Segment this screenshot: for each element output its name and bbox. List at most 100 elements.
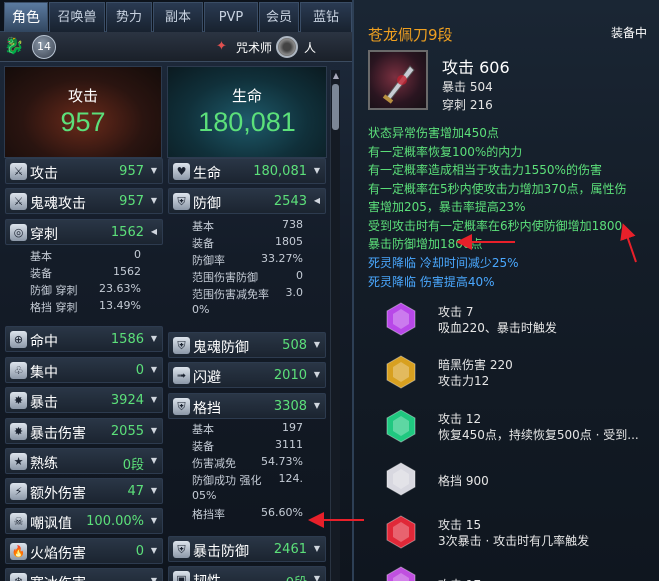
expand-arrow-icon[interactable]: ▼	[151, 365, 157, 374]
level-badge: 14	[32, 35, 56, 59]
stat-row[interactable]: ⚔ 攻击 957 ▼	[5, 158, 163, 184]
stat-row[interactable]: ♧ 集中 0 ▼	[5, 357, 163, 383]
detail-label: 装备	[192, 440, 214, 453]
expand-arrow-icon[interactable]: ▼	[151, 486, 157, 495]
set-text: 伤害提高40%	[419, 275, 495, 289]
shield-icon: ⛨	[173, 398, 190, 415]
heart-icon: ♥	[173, 163, 190, 180]
stat-row[interactable]: ❄寒冰伤害 ▼	[5, 568, 163, 581]
stat-name: 鬼魂防御	[193, 340, 249, 356]
effect-line: 有一定概率造成相当于攻击力1550%的伤害	[368, 163, 602, 177]
stat-value: 0段	[286, 572, 307, 581]
stat-row[interactable]: ⚡ 额外伤害 47 ▼	[5, 478, 163, 504]
dragon-emblem-icon: 🐉	[4, 36, 24, 55]
gem-stat-line: 恢复450点，持续恢复500点 · 受到...	[438, 428, 639, 442]
stat-row[interactable]: ⛨ 暴击防御 2461 ▼	[168, 536, 326, 562]
stat-value: 508	[282, 338, 307, 353]
expand-arrow-icon[interactable]: ▼	[314, 340, 320, 349]
expand-arrow-icon[interactable]: ▼	[314, 401, 320, 410]
detail-label: 基本	[192, 423, 214, 436]
gem-stat-line: 攻击 17	[438, 576, 481, 581]
dodge-icon: ➟	[173, 367, 190, 384]
stat-row[interactable]: ⛨ 格挡 3308 ▼	[168, 393, 326, 419]
class-name: 咒术师	[236, 41, 273, 55]
sword-icon: ⚔	[10, 163, 27, 180]
detail-label: 防御率	[192, 254, 225, 267]
character-strip: 🐉 14 ✦ 咒术师 人	[0, 32, 352, 62]
stat-value: 957	[119, 194, 144, 209]
expand-arrow-icon[interactable]: ▼	[151, 516, 157, 525]
stat-row[interactable]: ➟ 闪避 2010 ▼	[168, 362, 326, 388]
stat-row[interactable]: ⛨ 鬼魂防御 508 ▼	[168, 332, 326, 358]
expand-arrow-icon[interactable]: ▼	[151, 426, 157, 435]
tab-4[interactable]: PVP	[204, 2, 258, 32]
expand-arrow-icon[interactable]: ▼	[151, 196, 157, 205]
stat-name: 暴击	[30, 395, 58, 411]
bolt-icon: ⚡	[10, 483, 27, 500]
expand-arrow-icon[interactable]: ▼	[151, 546, 157, 555]
stat-row[interactable]: ◎ 穿刺 1562 ◀	[5, 219, 163, 245]
stat-row[interactable]: ★ 熟练 0段 ▼	[5, 448, 163, 474]
stat-name: 攻击	[30, 166, 58, 182]
tab-5[interactable]: 会员	[259, 2, 299, 32]
scroll-up-icon[interactable]: ▲	[331, 70, 341, 82]
hp-summary: 生命 180,081	[167, 66, 327, 158]
stat-row[interactable]: ♥ 生命 180,081 ▼	[168, 158, 326, 184]
detail-value: 56.60%	[261, 506, 303, 519]
stat-name: 格挡	[193, 401, 221, 417]
burst-icon: ✸	[10, 423, 27, 440]
tab-1[interactable]: 召唤兽	[49, 2, 105, 32]
detail-label: 05%	[192, 489, 217, 502]
stat-name: 暴击伤害	[30, 426, 86, 442]
tab-3[interactable]: 副本	[153, 2, 203, 32]
expand-arrow-icon[interactable]: ▼	[151, 166, 157, 175]
set-name: 死灵降临	[368, 275, 417, 289]
item-sub-stat: 暴击 504	[442, 80, 493, 94]
expand-arrow-icon[interactable]: ◀	[314, 196, 320, 205]
focus-icon: ♧	[10, 362, 27, 379]
expand-arrow-icon[interactable]: ▼	[314, 166, 320, 175]
stat-row[interactable]: ✸ 暴击伤害 2055 ▼	[5, 418, 163, 444]
shield-icon: ⛨	[173, 337, 190, 354]
expand-arrow-icon[interactable]: ▼	[314, 370, 320, 379]
detail-value: 738	[282, 218, 303, 231]
effect-line: 状态异常伤害增加450点	[368, 126, 499, 140]
tab-2[interactable]: 势力	[106, 2, 152, 32]
set-effect-line: 死灵降临 伤害提高40%	[368, 273, 495, 290]
stat-row[interactable]: ▣韧性 0段 ▼	[168, 566, 326, 581]
gem-icon	[386, 515, 416, 549]
stat-row[interactable]: ✸ 暴击 3924 ▼	[5, 387, 163, 413]
stat-name: 闪避	[193, 370, 221, 386]
detail-value: 1805	[275, 235, 303, 248]
effect-line: 害增加205，暴击率提高23%	[368, 200, 526, 214]
stat-row[interactable]: ⚔ 鬼魂攻击 957 ▼	[5, 188, 163, 214]
scroll-thumb[interactable]	[332, 84, 339, 130]
tab-6[interactable]: 蓝钻	[300, 2, 352, 32]
detail-value: 3.0	[285, 286, 304, 299]
set-effect-line: 死灵降临 冷却时间减少25%	[368, 254, 519, 271]
stat-row[interactable]: ⛨ 防御 2543 ◀	[168, 188, 326, 214]
expand-arrow-icon[interactable]: ▼	[151, 334, 157, 343]
star-icon: ★	[10, 453, 27, 470]
detail-value: 54.73%	[261, 455, 303, 468]
expand-arrow-icon[interactable]: ▼	[151, 456, 157, 465]
effect-line: 有一定概率在5秒内使攻击力增加370点，属性伤	[368, 181, 627, 196]
shield-icon: ⛨	[173, 193, 190, 210]
expand-arrow-icon[interactable]: ▼	[151, 576, 157, 581]
stat-row[interactable]: ⊕ 命中 1586 ▼	[5, 326, 163, 352]
expand-arrow-icon[interactable]: ▼	[314, 574, 320, 581]
fire-icon: 🔥	[10, 543, 27, 560]
stat-row[interactable]: ☠ 嘲讽值 100.00% ▼	[5, 508, 163, 534]
set-text: 冷却时间减少25%	[419, 256, 519, 270]
stat-name: 寒冰伤害	[30, 573, 86, 581]
tab-0[interactable]: 角色	[4, 2, 48, 32]
stat-row[interactable]: 🔥 火焰伤害 0 ▼	[5, 538, 163, 564]
burst-icon: ✸	[10, 392, 27, 409]
stat-value: 3308	[273, 399, 307, 414]
detail-value: 23.63%	[99, 282, 141, 295]
expand-arrow-icon[interactable]: ▼	[151, 395, 157, 404]
expand-arrow-icon[interactable]: ▼	[314, 544, 320, 553]
expand-arrow-icon[interactable]: ◀	[151, 227, 157, 236]
stats-scrollbar[interactable]: ▲	[330, 70, 340, 581]
crosshair-icon: ⊕	[10, 331, 27, 348]
